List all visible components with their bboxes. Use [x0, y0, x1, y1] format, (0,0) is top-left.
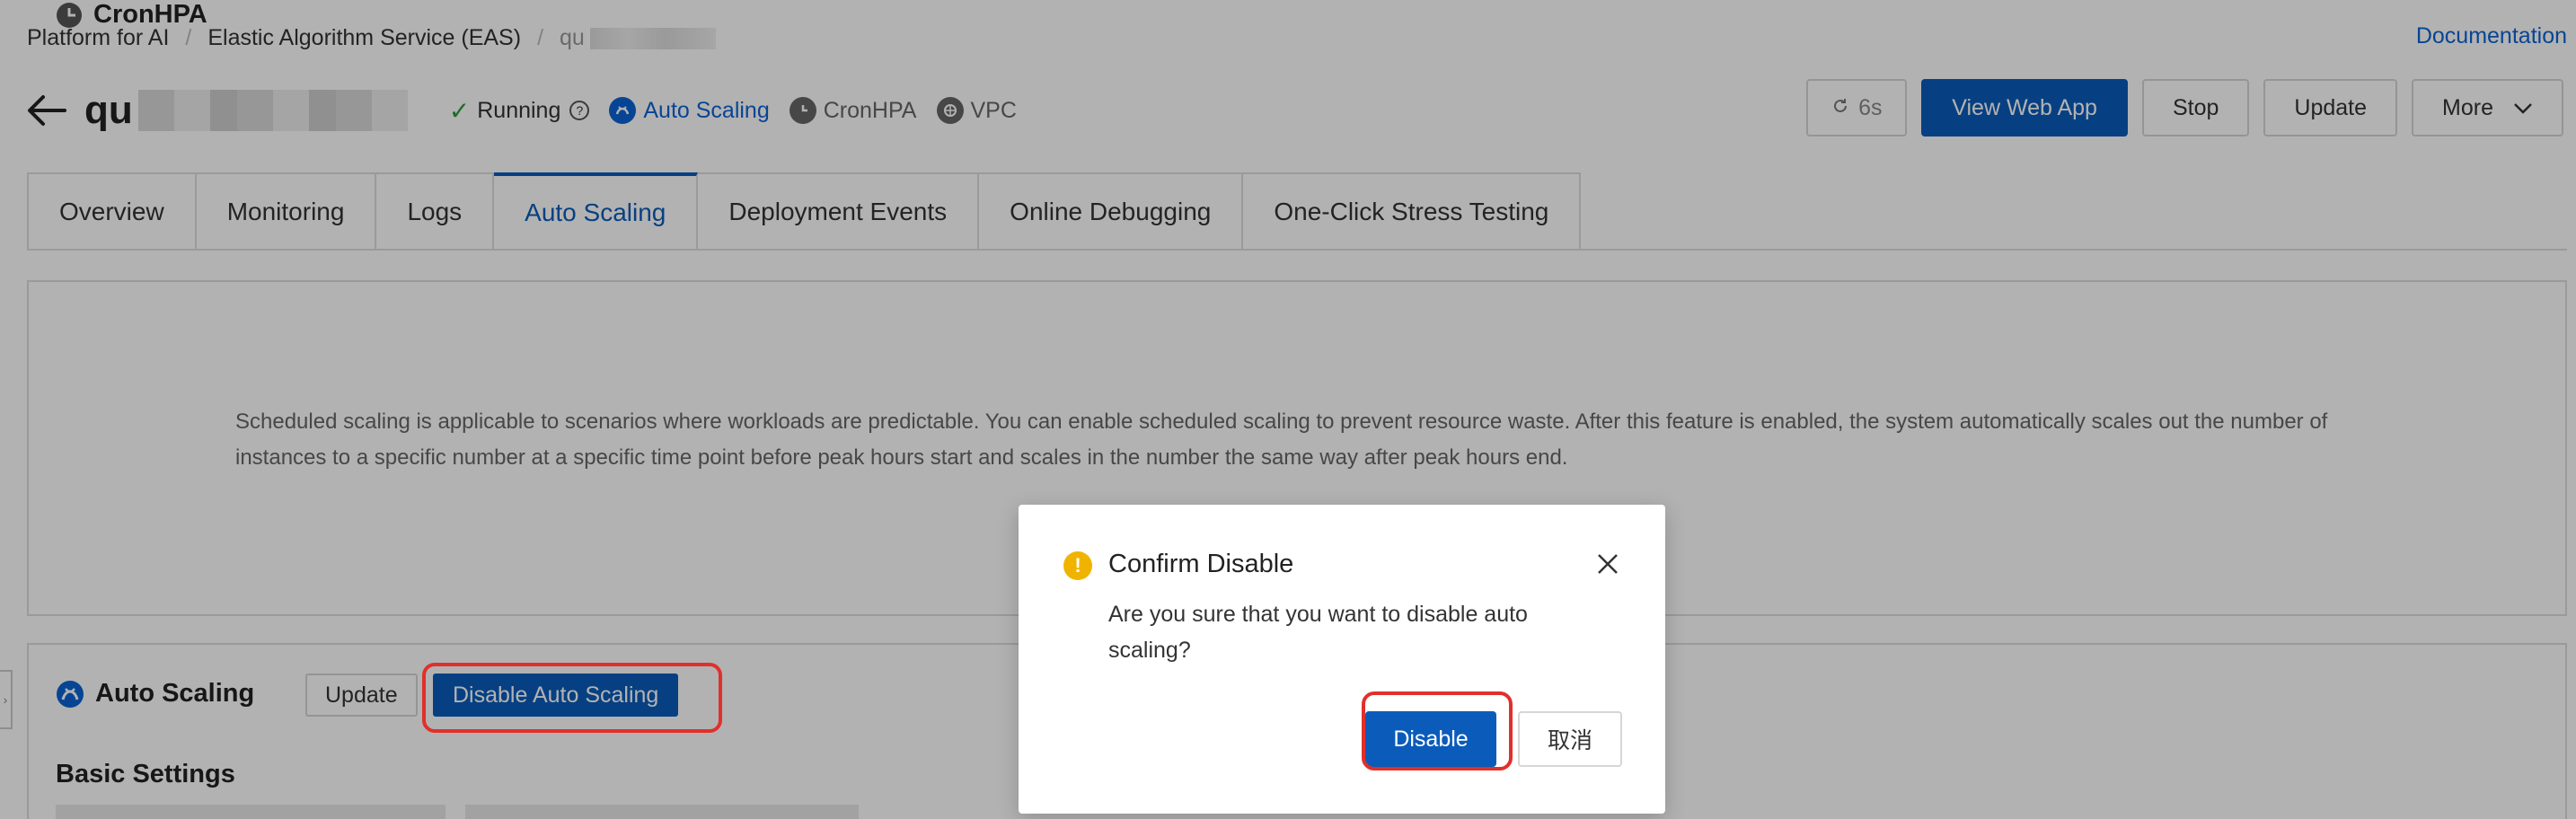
confirm-dialog: ! Confirm Disable Are you sure that you … [1019, 505, 1665, 814]
warning-icon: ! [1063, 551, 1092, 580]
dialog-title: Confirm Disable [1108, 550, 1294, 578]
page: Platform for AI / Elastic Algorithm Serv… [0, 0, 2576, 819]
highlight-box [1362, 691, 1513, 771]
cancel-button[interactable]: 取消 [1518, 711, 1622, 767]
close-icon[interactable] [1593, 550, 1622, 578]
dialog-message: Are you sure that you want to disable au… [1108, 602, 1528, 663]
highlight-box [422, 663, 722, 733]
